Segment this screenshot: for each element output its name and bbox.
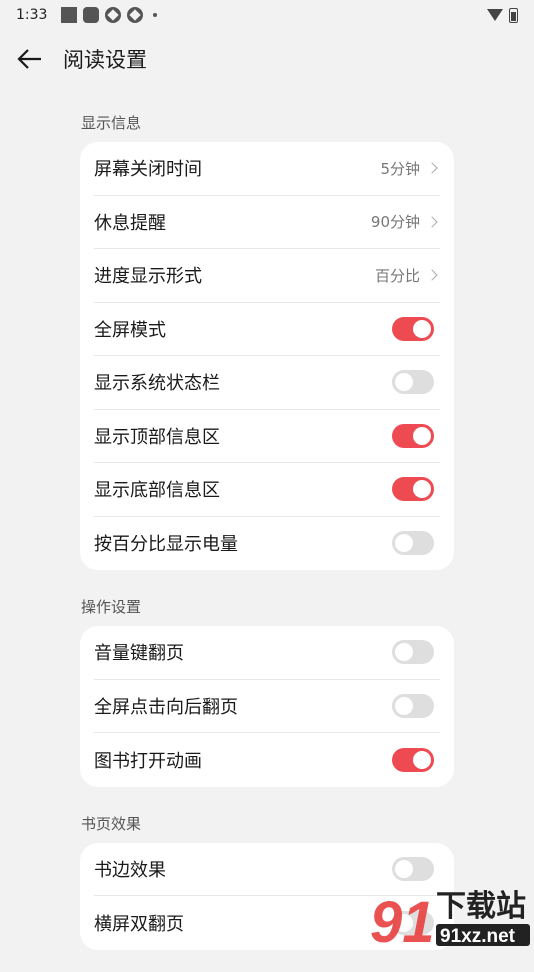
setting-row-open-animation: 图书打开动画 [94,733,440,787]
setting-label: 书边效果 [94,856,166,882]
toggle-knob [395,534,413,552]
setting-value: 5分钟 [380,158,420,179]
setting-row-battery-percent: 按百分比显示电量 [94,517,440,571]
setting-row-volume-key-page: 音量键翻页 [94,626,440,680]
setting-label: 进度显示形式 [94,262,202,288]
book-edge-toggle[interactable] [392,857,434,881]
watermark-text-top: 下载站 [436,889,526,924]
setting-label: 按百分比显示电量 [94,530,238,556]
setting-label: 图书打开动画 [94,747,202,773]
setting-row-progress-format[interactable]: 进度显示形式 百分比 [94,249,440,303]
setting-label: 显示系统状态栏 [94,369,220,395]
battery-percent-toggle[interactable] [392,531,434,555]
notification-app-icon [83,7,99,23]
toggle-knob [413,751,431,769]
setting-label: 横屏双翻页 [94,910,184,936]
notification-square-icon [61,7,77,23]
open-animation-toggle[interactable] [392,748,434,772]
setting-label: 休息提醒 [94,209,166,235]
toggle-knob [413,320,431,338]
chevron-right-icon [426,216,437,227]
setting-label: 显示顶部信息区 [94,423,220,449]
setting-value: 百分比 [375,265,420,286]
chevron-right-icon [426,163,437,174]
setting-label: 屏幕关闭时间 [94,155,202,181]
toggle-knob [395,697,413,715]
battery-icon [509,8,518,23]
section-label-display-info: 显示信息 [80,108,454,142]
show-top-info-toggle[interactable] [392,424,434,448]
fullscreen-mode-toggle[interactable] [392,317,434,341]
setting-row-show-bottom-info: 显示底部信息区 [94,463,440,517]
toggle-knob [395,643,413,661]
page-title: 阅读设置 [63,44,147,74]
setting-label: 音量键翻页 [94,639,184,665]
setting-row-tap-forward: 全屏点击向后翻页 [94,680,440,734]
section-label-operation: 操作设置 [80,592,454,626]
chevron-right-icon [426,270,437,281]
volume-key-page-toggle[interactable] [392,640,434,664]
setting-row-show-top-info: 显示顶部信息区 [94,410,440,464]
watermark-91-icon: 91 [370,890,435,950]
wifi-icon [487,9,503,21]
setting-label: 全屏模式 [94,316,166,342]
settings-content: 显示信息 屏幕关闭时间 5分钟 休息提醒 90分钟 进度显示形式 百分比 全屏模… [80,108,454,972]
setting-row-fullscreen-mode: 全屏模式 [94,303,440,357]
section-label-page-effect: 书页效果 [80,809,454,843]
settings-card-display-info: 屏幕关闭时间 5分钟 休息提醒 90分钟 进度显示形式 百分比 全屏模式 显示系… [80,142,454,570]
watermark-text-bottom: 91xz.net [440,926,516,947]
back-button[interactable] [0,36,60,82]
setting-row-screen-off-time[interactable]: 屏幕关闭时间 5分钟 [94,142,440,196]
status-bar: 1:33 [0,0,534,30]
toggle-knob [395,860,413,878]
toggle-knob [413,427,431,445]
app-bar: 阅读设置 [0,36,534,82]
show-bottom-info-toggle[interactable] [392,477,434,501]
settings-card-operation: 音量键翻页 全屏点击向后翻页 图书打开动画 [80,626,454,787]
notification-sync-icon-2 [127,7,143,23]
setting-label: 全屏点击向后翻页 [94,693,238,719]
tap-forward-toggle[interactable] [392,694,434,718]
more-notifications-dot-icon [153,13,157,17]
setting-label: 显示底部信息区 [94,476,220,502]
setting-row-show-status-bar: 显示系统状态栏 [94,356,440,410]
setting-value: 90分钟 [371,211,420,232]
setting-row-rest-reminder[interactable]: 休息提醒 90分钟 [94,196,440,250]
toggle-knob [413,480,431,498]
watermark-logo: 91 下载站 91xz.net [366,886,532,950]
svg-text:91: 91 [370,890,435,950]
show-status-bar-toggle[interactable] [392,370,434,394]
back-arrow-icon [17,48,43,70]
status-time: 1:33 [16,7,47,23]
toggle-knob [395,373,413,391]
notification-sync-icon [105,7,121,23]
